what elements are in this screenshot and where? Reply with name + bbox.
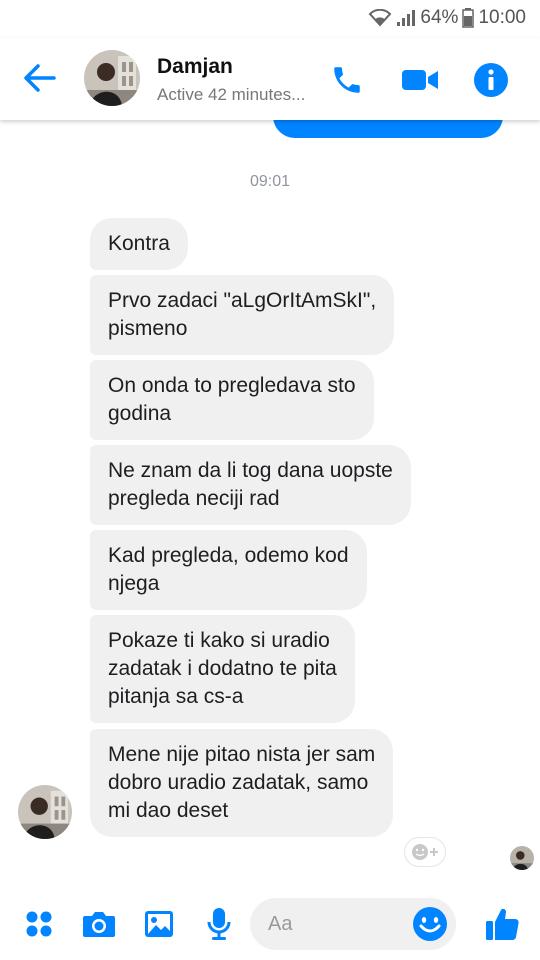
add-reaction-icon: [412, 844, 438, 860]
avatar-photo: [510, 846, 534, 870]
message-bubble[interactable]: Kontra: [90, 218, 188, 270]
status-indicators: 64% 10:00: [368, 7, 526, 29]
avatar-photo: [84, 50, 140, 106]
message-bubble[interactable]: Ne znam da li tog dana uopste pregleda n…: [90, 445, 411, 525]
message-timestamp: 09:01: [249, 173, 291, 190]
four-dots-icon: [26, 911, 52, 937]
call-button[interactable]: [327, 60, 367, 100]
add-reaction-button[interactable]: [404, 837, 446, 867]
info-button[interactable]: [471, 60, 511, 100]
phone-icon: [334, 67, 360, 93]
camera-button[interactable]: [77, 902, 121, 946]
battery-percent: 64%: [420, 7, 459, 28]
message-list[interactable]: 09:01 Kontra Prvo zadaci "aLgOrItAmSkI",…: [0, 120, 540, 890]
more-actions-button[interactable]: [17, 902, 61, 946]
contact-active-status: Active 42 minutes...: [157, 85, 306, 104]
signal-icon: [397, 10, 416, 26]
wifi-icon: [369, 9, 392, 27]
emoji-button[interactable]: [412, 906, 448, 942]
video-call-button[interactable]: [400, 60, 440, 100]
avatar-photo: [18, 785, 72, 839]
message-bubble[interactable]: On onda to pregledava sto godina: [90, 360, 374, 440]
back-button[interactable]: [20, 60, 60, 96]
sent-message-bubble[interactable]: [273, 120, 503, 138]
message-composer: [0, 890, 540, 960]
smiley-icon: [413, 907, 447, 941]
sender-avatar[interactable]: [18, 785, 72, 839]
video-camera-icon: [402, 70, 438, 90]
status-bar: 64% 10:00: [0, 0, 540, 38]
image-icon: [145, 911, 173, 937]
battery-icon: [462, 8, 475, 28]
arrow-left-icon: [24, 64, 56, 92]
chat-header: Damjan Active 42 minutes...: [0, 38, 540, 120]
status-time: 10:00: [478, 7, 526, 28]
voice-message-button[interactable]: [197, 902, 241, 946]
message-bubble[interactable]: Mene nije pitao nista jer sam dobro urad…: [90, 729, 394, 837]
info-icon: [474, 63, 508, 97]
message-bubble[interactable]: Pokaze ti kako si uradio zadatak i dodat…: [90, 615, 355, 723]
camera-icon: [83, 912, 115, 937]
like-button[interactable]: [480, 902, 524, 946]
thumbs-up-icon: [486, 908, 519, 940]
message-bubble[interactable]: Kad pregleda, odemo kod njega: [90, 530, 367, 610]
microphone-icon: [207, 908, 231, 940]
message-bubble[interactable]: Prvo zadaci "aLgOrItAmSkI", pismeno: [90, 275, 395, 355]
read-receipt-avatar: [510, 846, 534, 870]
contact-name[interactable]: Damjan: [157, 55, 233, 79]
gallery-button[interactable]: [137, 902, 181, 946]
contact-avatar[interactable]: [84, 50, 140, 106]
